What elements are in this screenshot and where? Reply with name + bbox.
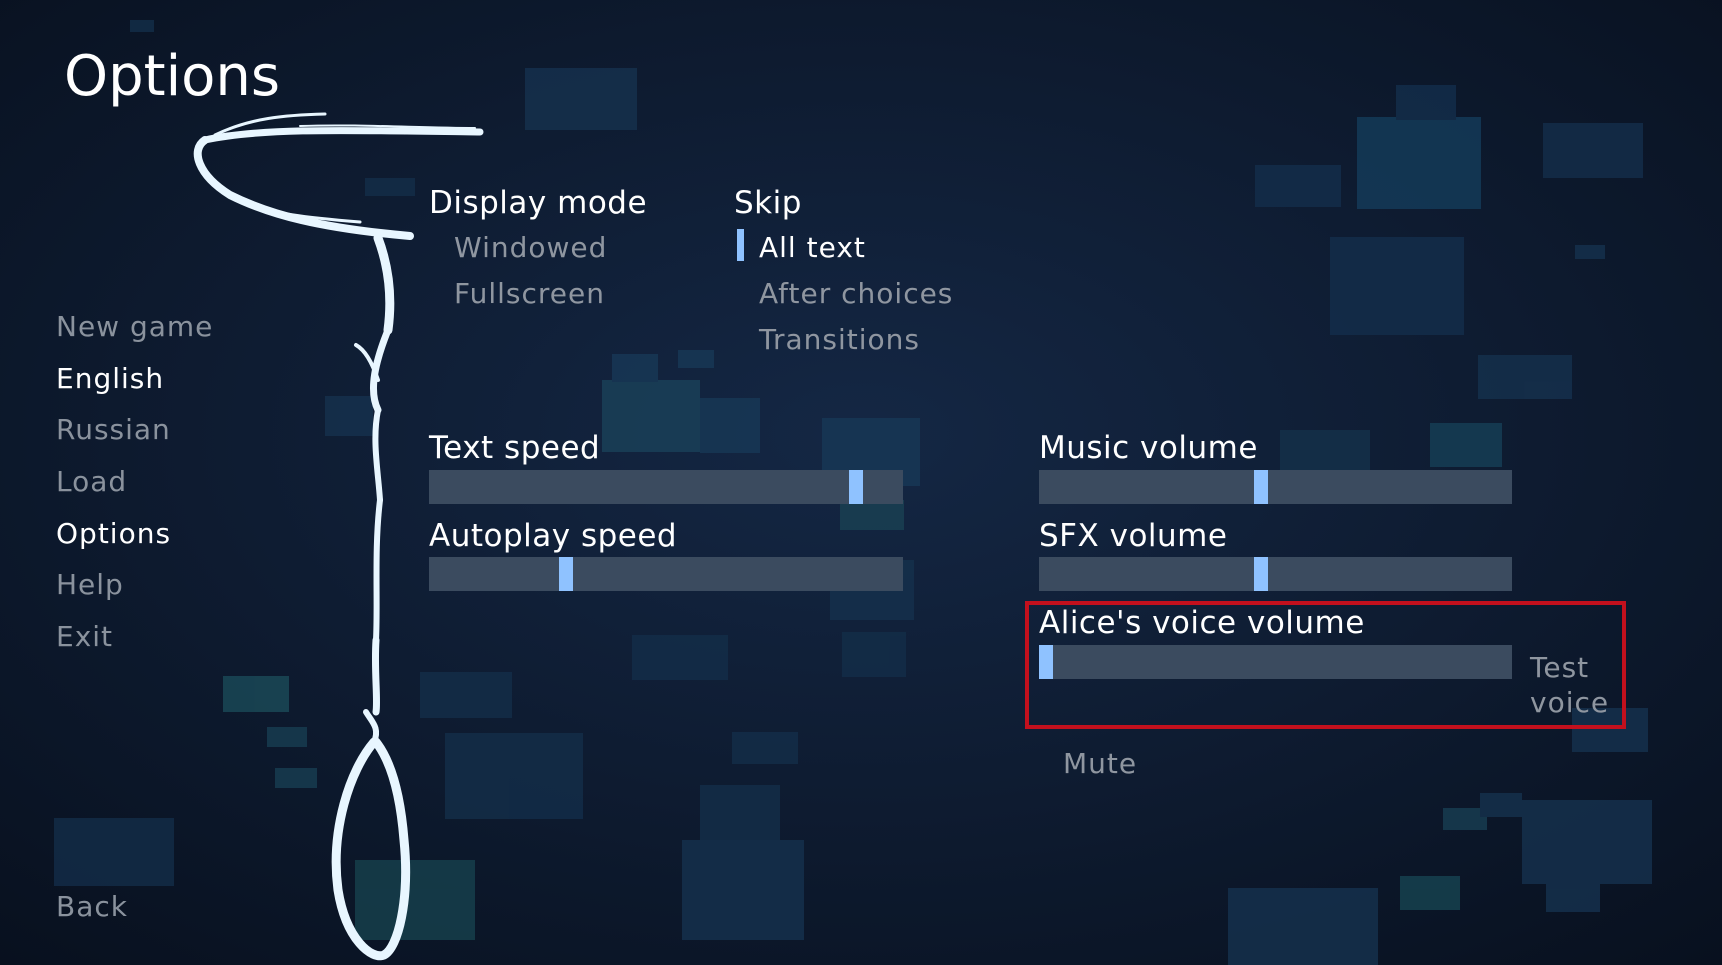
display-option-fullscreen[interactable]: Fullscreen bbox=[454, 277, 605, 310]
test-voice-button[interactable]: Test voice bbox=[1530, 650, 1620, 720]
nav-options[interactable]: Options bbox=[56, 517, 171, 550]
nav-help[interactable]: Help bbox=[56, 568, 124, 601]
skip-option-transitions[interactable]: Transitions bbox=[759, 323, 920, 356]
alice-voice-volume-label: Alice's voice volume bbox=[1039, 605, 1365, 641]
skip-option-after-choices[interactable]: After choices bbox=[759, 277, 953, 310]
nav-russian[interactable]: Russian bbox=[56, 413, 171, 446]
nav-load[interactable]: Load bbox=[56, 465, 127, 498]
text-speed-slider-handle[interactable] bbox=[848, 470, 863, 504]
skip-heading: Skip bbox=[734, 185, 802, 221]
text-speed-label: Text speed bbox=[429, 430, 601, 466]
test-voice-label-line2: voice bbox=[1530, 686, 1610, 719]
music-volume-label: Music volume bbox=[1039, 430, 1258, 466]
sfx-volume-slider[interactable] bbox=[1039, 557, 1512, 591]
nav-back[interactable]: Back bbox=[56, 890, 128, 923]
alice-voice-volume-slider[interactable] bbox=[1039, 645, 1512, 679]
autoplay-speed-label: Autoplay speed bbox=[429, 518, 678, 554]
music-volume-slider-handle[interactable] bbox=[1254, 470, 1269, 504]
alice-voice-volume-slider-handle[interactable] bbox=[1039, 645, 1053, 679]
skip-option-all-text[interactable]: All text bbox=[759, 231, 866, 264]
nav-new-game[interactable]: New game bbox=[56, 310, 213, 343]
autoplay-speed-slider[interactable] bbox=[429, 557, 903, 591]
page-title: Options bbox=[64, 44, 281, 109]
nav-exit[interactable]: Exit bbox=[56, 620, 113, 653]
test-voice-label-line1: Test bbox=[1530, 651, 1590, 684]
nav-english[interactable]: English bbox=[56, 362, 164, 395]
sfx-volume-label: SFX volume bbox=[1039, 518, 1228, 554]
display-option-windowed[interactable]: Windowed bbox=[454, 231, 607, 264]
mute-button[interactable]: Mute bbox=[1063, 747, 1137, 780]
display-mode-heading: Display mode bbox=[429, 185, 648, 221]
music-volume-slider[interactable] bbox=[1039, 470, 1512, 504]
skip-selected-indicator bbox=[737, 229, 744, 261]
sfx-volume-slider-handle[interactable] bbox=[1254, 557, 1269, 591]
autoplay-speed-slider-handle[interactable] bbox=[559, 557, 574, 591]
text-speed-slider[interactable] bbox=[429, 470, 903, 504]
